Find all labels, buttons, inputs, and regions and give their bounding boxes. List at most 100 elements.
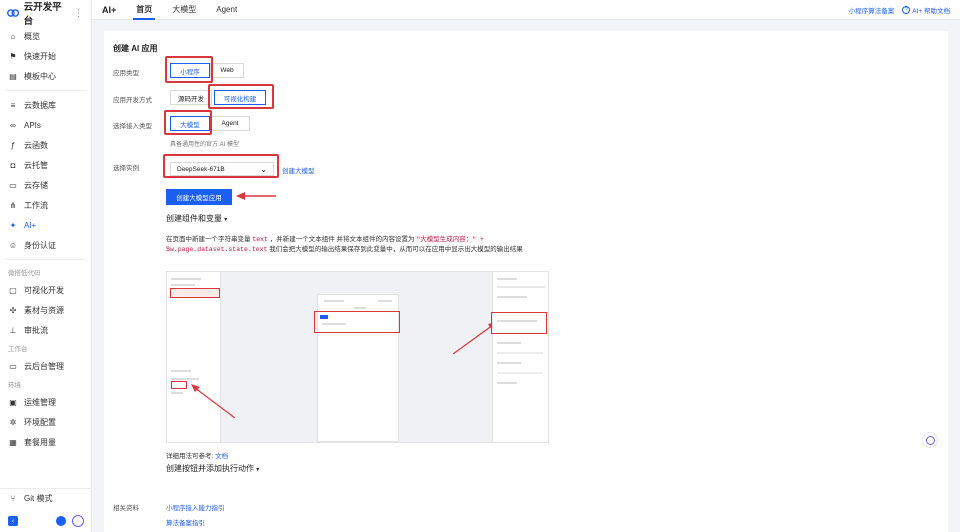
sidebar-item[interactable]: ▤ 模板中心 [0,66,91,86]
option-source-dev[interactable]: 源码开发 [170,90,212,105]
tab-agent[interactable]: Agent [216,0,237,20]
screenshot-right-panel [491,272,548,442]
sidebar-item[interactable]: ⌂ 概览 [0,26,91,46]
sidebar-item[interactable]: ☺ 身份认证 [0,235,91,255]
create-llm-app-button[interactable]: 创建大模型应用 [166,189,232,205]
sidebar-item-label: 云托管 [24,160,48,170]
collapse-sidebar-icon[interactable]: ‹ [8,516,18,526]
highlight-box [164,110,212,135]
link-icon: ∞ [10,120,16,130]
highlight-box [208,84,274,109]
assets-icon: ✣ [9,305,17,315]
nav-divider [6,259,85,260]
git-icon: ⑂ [10,494,16,503]
sidebar-item-label: 套餐用量 [24,437,56,447]
more-icon[interactable]: ⋮ [74,8,83,19]
tab-home[interactable]: 首页 [133,0,156,20]
sidebar-item[interactable]: ▣ 运维管理 [0,392,91,412]
sidebar-item[interactable]: ▭ 云后台管理 [0,356,91,376]
usage-ref: 详细用法可参考: 文档 [166,453,229,460]
step-components-title: 创建组件和变量 ▾ [166,214,228,223]
sidebar-item[interactable]: ✣ 素材与资源 [0,300,91,320]
ai-assistant-icon [925,435,935,445]
nav-divider [6,90,85,91]
sidebar-item[interactable]: ◘ 云托管 [0,155,91,175]
sidebar-item[interactable]: ≡ 云数据库 [0,95,91,115]
sidebar-item-label: 快速开始 [24,51,56,61]
user-avatar[interactable] [56,516,66,526]
ops-icon: ▣ [9,397,17,407]
chevron-down-icon[interactable]: ▾ [256,467,259,473]
sidebar-item-label: 环境配置 [24,417,56,427]
help-icon: ? [902,5,911,14]
related-label: 相关资料 [113,505,139,512]
chevron-down-icon[interactable]: ▾ [224,217,227,223]
docs-link[interactable]: 文档 [215,453,228,460]
tutorial-screenshot [166,271,549,443]
admin-icon: ▭ [9,361,17,371]
nav-group-lowcode: 微搭低代码 [8,270,41,277]
database-icon: ≡ [10,100,16,110]
help-docs-link[interactable]: ? AI+ 帮助文档 [902,5,950,15]
ai-assistant-float-button[interactable] [922,432,938,448]
step-button-title: 创建按钮并添加执行动作 ▾ [166,464,260,473]
workflow-icon: ⋔ [9,200,17,210]
option-agent[interactable]: Agent [210,116,250,131]
sidebar-item-label: 身份认证 [24,240,56,250]
access-type-label: 选择接入类型 [113,123,152,130]
sidebar-item-git[interactable]: ⑂ Git 模式 [0,488,92,508]
sidebar-item[interactable]: ƒ 云函数 [0,135,91,155]
function-icon: ƒ [10,140,16,150]
user-icon: ☺ [8,240,18,250]
sidebar-item[interactable]: ∞ APIs [0,115,91,135]
sidebar-item[interactable]: ⚑ 快速开始 [0,46,91,66]
filing-link[interactable]: 小程序算法备案 [849,5,895,15]
instance-label: 选择实例 [113,165,139,172]
sidebar-item-label: 可视化开发 [24,285,64,295]
create-ai-app-card: 创建 AI 应用 应用类型 小程序 Web 应用开发方式 源码开发 可视化构建 … [104,31,948,532]
sidebar-item-label: 素材与资源 [24,305,64,315]
sidebar-item[interactable]: ✲ 环境配置 [0,412,91,432]
filing-guide-link[interactable]: 算法备案指引 [166,517,205,527]
arrow-icon [236,192,276,200]
sidebar-item[interactable]: ⋔ 工作流 [0,195,91,215]
brand: 云开发平台 ⋮ [0,0,91,27]
sidebar-item-label: 运维管理 [24,397,56,407]
access-hint: 具备通用性的官方 AI 模型 [170,142,240,148]
folder-icon: ▭ [9,180,17,190]
visual-dev-icon: ▢ [9,285,17,295]
cloud-logo-icon [7,9,20,17]
brand-title: 云开发平台 [23,2,62,27]
sidebar-item-label: 审批流 [24,325,48,335]
container-icon: ◘ [10,160,16,170]
home-icon: ⌂ [10,31,16,41]
nav-group-env: 环境 [8,382,21,389]
dev-mode-label: 应用开发方式 [113,97,152,104]
sidebar-item-label: 模板中心 [24,71,56,81]
sidebar-item-label: AI+ [24,220,37,230]
tab-llm[interactable]: 大模型 [172,0,196,20]
highlight-box [165,56,213,83]
topbar: AI+ 首页 大模型 Agent 小程序算法备案 ? AI+ 帮助文档 [92,0,960,20]
package-icon: ▦ [9,437,17,447]
sidebar-item-label: 工作流 [24,200,48,210]
app-type-label: 应用类型 [113,70,139,77]
option-web[interactable]: Web [210,63,244,78]
sidebar-item-label: 概览 [24,31,40,41]
annotation-arrow [191,384,235,418]
sidebar-item[interactable]: ▦ 套餐用量 [0,432,91,452]
help-docs-label: AI+ 帮助文档 [912,7,950,15]
section-title: 创建 AI 应用 [113,44,158,53]
sidebar-item[interactable]: ▢ 可视化开发 [0,280,91,300]
sidebar: 云开发平台 ⋮ ⌂ 概览 ⚑ 快速开始 ▤ 模板中心 ≡ 云数据库 ∞ APIs ƒ 云函数 ◘ 云托管… [0,0,92,532]
sidebar-item-label: 云数据库 [24,100,56,110]
sidebar-item[interactable]: ✦ AI+ [0,215,91,235]
create-llm-link[interactable]: 创建大模型 [282,165,315,175]
ai-assistant-icon[interactable] [72,515,84,527]
miniprogram-guide-link[interactable]: 小程序接入能力指引 [166,502,225,512]
ai-icon: ✦ [9,220,17,230]
top-links: 小程序算法备案 ? AI+ 帮助文档 [849,5,950,15]
sidebar-item[interactable]: ▭ 云存储 [0,175,91,195]
sidebar-footer: ‹ [0,510,92,532]
sidebar-item[interactable]: ⊥ 审批流 [0,320,91,340]
